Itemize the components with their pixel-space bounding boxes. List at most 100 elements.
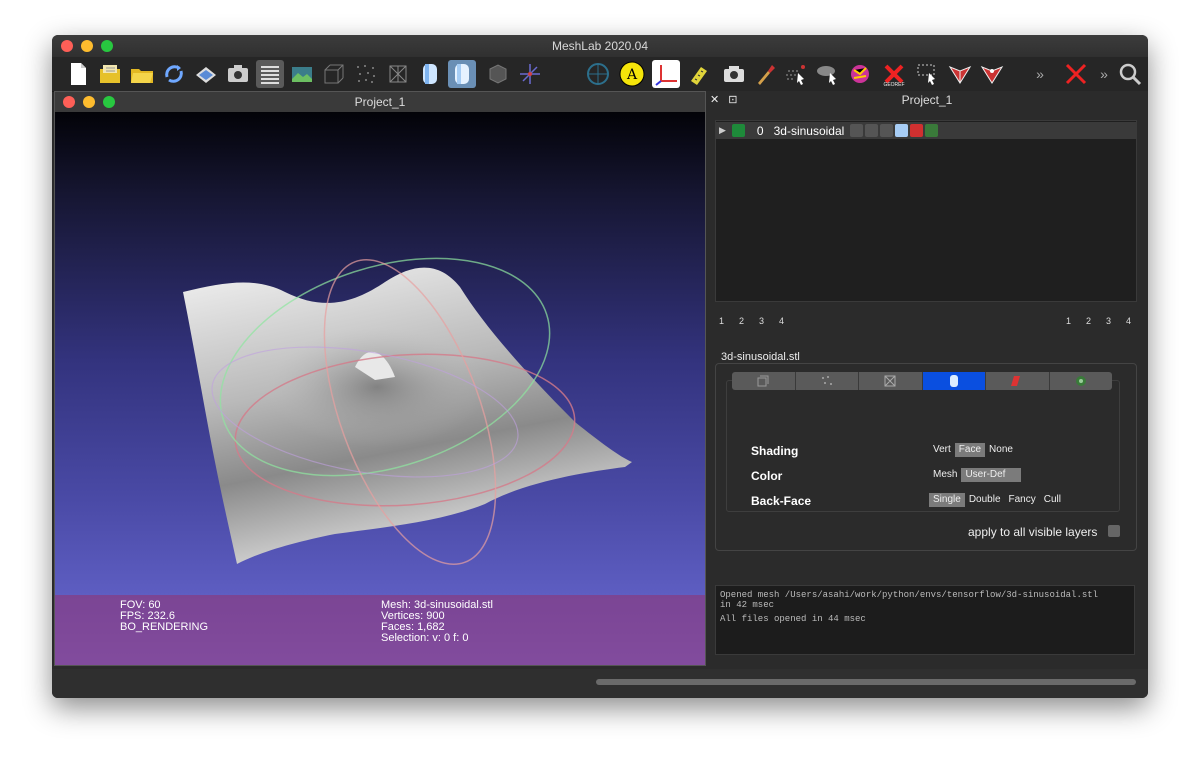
open-project-icon[interactable]: [128, 60, 156, 88]
shading-vert-option[interactable]: Vert: [929, 443, 955, 457]
layer-wire-icon[interactable]: [880, 124, 894, 137]
layer-panel: ✕ ⊡ Project_1 ▶ 0 3d-sinusoidal 1234 1 2…: [706, 91, 1148, 669]
raster-icon[interactable]: [288, 60, 316, 88]
view-button[interactable]: 1: [719, 316, 739, 326]
snapshot-icon[interactable]: [224, 60, 252, 88]
select-area-icon[interactable]: [914, 60, 942, 88]
view-button[interactable]: 1: [1066, 316, 1086, 326]
shading-face-option[interactable]: Face: [954, 443, 986, 457]
annotation-icon[interactable]: A: [618, 60, 646, 88]
meshlab-window: MeshLab 2020.04 A GEOREF » » Project_1 F…: [52, 35, 1148, 698]
view-button[interactable]: 3: [1106, 316, 1126, 326]
view-button[interactable]: 4: [1126, 316, 1146, 326]
points-icon[interactable]: [352, 60, 380, 88]
tab-settings[interactable]: [1050, 372, 1113, 390]
svg-text:A: A: [626, 67, 638, 83]
tab-bbox[interactable]: [732, 372, 796, 390]
tab-texture[interactable]: [986, 372, 1050, 390]
backface-fancy-option[interactable]: Fancy: [1005, 493, 1040, 507]
viewer-info-band: FOV: 60 FPS: 232.6 BO_RENDERING Mesh: 3d…: [55, 595, 705, 665]
layer-list: ▶ 0 3d-sinusoidal: [715, 120, 1137, 302]
viewer-minimize-icon[interactable]: [83, 96, 95, 108]
window-title: MeshLab 2020.04: [551, 39, 649, 53]
expand-arrow-icon[interactable]: ▶: [719, 125, 726, 136]
trackball-icon[interactable]: [484, 60, 512, 88]
view-button[interactable]: 4: [779, 316, 799, 326]
import-mesh-icon[interactable]: [96, 60, 124, 88]
more-icon-2[interactable]: »: [1090, 60, 1118, 88]
measure-icon[interactable]: [686, 60, 714, 88]
new-document-icon[interactable]: [64, 60, 92, 88]
log-line: All files opened in 44 msec: [720, 614, 866, 624]
flat-shading-icon[interactable]: [416, 60, 444, 88]
layers-icon[interactable]: [256, 60, 284, 88]
log-console: Opened mesh /Users/asahi/work/python/env…: [715, 585, 1135, 655]
3d-viewport[interactable]: FOV: 60 FPS: 232.6 BO_RENDERING Mesh: 3d…: [55, 112, 705, 665]
panel-float-icon[interactable]: ⊡: [728, 94, 737, 106]
axes-icon[interactable]: [652, 60, 680, 88]
camera-icon[interactable]: [720, 60, 748, 88]
minimize-icon[interactable]: [81, 40, 93, 52]
shading-none-option[interactable]: None: [985, 443, 1017, 457]
apply-all-label: apply to all visible layers: [968, 525, 1098, 539]
more-icon[interactable]: »: [1026, 60, 1054, 88]
tab-fill[interactable]: [922, 372, 986, 390]
color-label: Color: [751, 469, 783, 483]
shading-label: Shading: [751, 444, 799, 458]
select-faces-icon[interactable]: [814, 60, 842, 88]
viewer-close-icon[interactable]: [63, 96, 75, 108]
edit-mesh-icon[interactable]: [946, 60, 974, 88]
paint-icon[interactable]: [752, 60, 780, 88]
view-button[interactable]: 3: [759, 316, 779, 326]
georef-icon[interactable]: [846, 60, 874, 88]
layer-bbox-icon[interactable]: [850, 124, 864, 137]
zoom-icon[interactable]: [101, 40, 113, 52]
mesh-render[interactable]: [55, 112, 705, 665]
backface-selector: Single Double Fancy Cull: [929, 493, 1065, 507]
tab-wireframe[interactable]: [859, 372, 923, 390]
backface-single-option[interactable]: Single: [929, 493, 965, 507]
color-userdef-option[interactable]: User-Def: [961, 468, 1022, 482]
shading-selector: Vert Face None: [929, 443, 1017, 457]
svg-text:»: »: [1100, 66, 1108, 82]
svg-text:»: »: [1036, 66, 1044, 82]
select-connected-icon[interactable]: GEOREF: [880, 60, 908, 88]
axis-icon[interactable]: [516, 60, 544, 88]
rendering-mode: BO_RENDERING: [120, 621, 209, 633]
view-selector-right: 1234: [1066, 316, 1146, 326]
view-button[interactable]: 2: [739, 316, 759, 326]
layer-fill-icon[interactable]: [895, 124, 909, 137]
layer-texture-icon[interactable]: [910, 124, 924, 137]
viewer-title: Project_1: [354, 95, 406, 109]
backface-cull-option[interactable]: Cull: [1040, 493, 1065, 507]
pick-points-icon[interactable]: [978, 60, 1006, 88]
layer-row[interactable]: ▶ 0 3d-sinusoidal: [716, 122, 1136, 139]
viewer-window-controls: [63, 96, 115, 108]
delete-icon[interactable]: [1062, 60, 1090, 88]
layer-points-icon[interactable]: [865, 124, 879, 137]
viewer-zoom-icon[interactable]: [103, 96, 115, 108]
visibility-eye-icon[interactable]: [731, 124, 745, 137]
layer-name: 3d-sinusoidal: [773, 123, 845, 138]
view-selector-left: 1234: [719, 316, 799, 326]
bbox-icon[interactable]: [320, 60, 348, 88]
backface-double-option[interactable]: Double: [965, 493, 1005, 507]
reload-icon[interactable]: [160, 60, 188, 88]
ruler-icon[interactable]: [584, 60, 612, 88]
layer-settings-icon[interactable]: [925, 124, 939, 137]
smooth-shading-icon[interactable]: [448, 60, 476, 88]
status-bar: [52, 669, 1148, 698]
save-icon[interactable]: [192, 60, 220, 88]
tab-points[interactable]: [796, 372, 859, 390]
window-controls: [61, 40, 113, 52]
close-icon[interactable]: [61, 40, 73, 52]
selection-info: Selection: v: 0 f: 0: [381, 632, 469, 644]
search-icon[interactable]: [1116, 60, 1144, 88]
apply-all-checkbox[interactable]: [1108, 525, 1120, 537]
select-vertices-icon[interactable]: [782, 60, 810, 88]
panel-close-icon[interactable]: ✕: [710, 94, 719, 106]
wireframe-icon[interactable]: [384, 60, 412, 88]
window-titlebar: MeshLab 2020.04: [52, 35, 1148, 57]
view-button[interactable]: 2: [1086, 316, 1106, 326]
color-mesh-option[interactable]: Mesh: [929, 468, 961, 482]
